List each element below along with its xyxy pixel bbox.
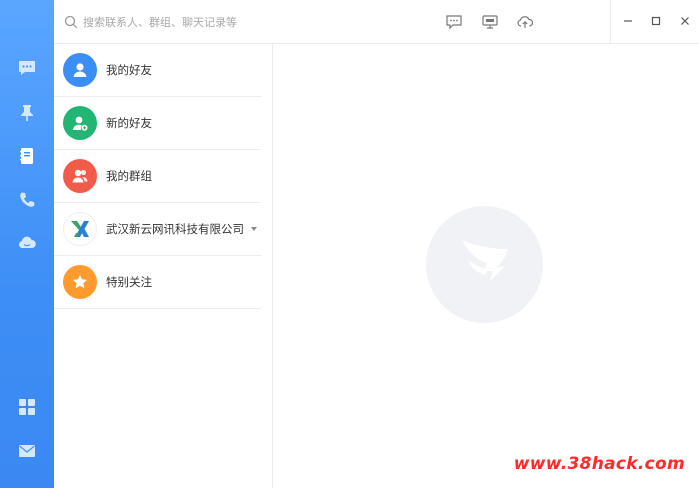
contacts-icon [20, 148, 33, 164]
group-icon [72, 169, 88, 183]
toolbar-divider [610, 0, 611, 44]
contact-groups-list: 我的好友 新的好友 我的群组 武汉新云网讯科技有限公司 特别关注 [54, 44, 273, 488]
screen-share-icon [482, 15, 498, 29]
avatar [63, 106, 97, 140]
user-icon [73, 63, 87, 77]
star-icon [73, 274, 87, 289]
message-icon [446, 15, 462, 30]
list-item-new-friends[interactable]: 新的好友 [54, 97, 261, 150]
avatar [63, 212, 97, 246]
rail-contacts[interactable] [13, 142, 41, 170]
search-box[interactable] [64, 12, 244, 32]
nav-rail [0, 0, 54, 488]
avatar [63, 265, 97, 299]
cloud-upload-icon [517, 16, 534, 28]
phone-icon [20, 192, 35, 207]
list-item-my-groups[interactable]: 我的群组 [54, 150, 261, 203]
cloud-icon [18, 236, 36, 249]
close-icon [681, 17, 689, 25]
list-item-label: 武汉新云网讯科技有限公司 [106, 222, 244, 236]
chat-icon [19, 61, 35, 75]
list-item-company[interactable]: 武汉新云网讯科技有限公司 [54, 203, 261, 256]
top-bar [54, 0, 699, 44]
mail-icon [19, 445, 35, 457]
watermark: www.38hack.com [513, 454, 685, 474]
list-item-special-attention[interactable]: 特别关注 [54, 256, 261, 309]
search-icon [64, 15, 78, 29]
message-button[interactable] [445, 14, 463, 30]
rail-pin[interactable] [13, 99, 41, 127]
list-item-label: 新的好友 [106, 116, 152, 130]
rail-cloud[interactable] [13, 229, 41, 257]
maximize-icon [651, 16, 661, 26]
rail-chat[interactable] [13, 54, 41, 82]
pin-icon [21, 105, 33, 121]
rail-apps[interactable] [13, 393, 41, 421]
avatar [63, 53, 97, 87]
rail-phone[interactable] [13, 186, 41, 214]
minimize-button[interactable] [621, 14, 635, 28]
list-item-my-friends[interactable]: 我的好友 [54, 44, 261, 97]
list-item-label: 特别关注 [106, 275, 152, 289]
dingtalk-logo-icon [461, 239, 508, 281]
minimize-icon [624, 20, 632, 22]
rail-mail[interactable] [13, 437, 41, 465]
maximize-button[interactable] [649, 14, 663, 28]
avatar [63, 159, 97, 193]
cloud-upload-button[interactable] [516, 14, 534, 30]
list-item-label: 我的好友 [106, 63, 152, 77]
apps-grid-icon [19, 399, 35, 415]
main-panel [273, 44, 699, 488]
company-logo-icon [71, 221, 89, 237]
screen-share-button[interactable] [481, 14, 499, 30]
add-user-icon [72, 116, 88, 131]
close-button[interactable] [678, 14, 692, 28]
empty-state-logo [426, 206, 543, 323]
list-item-label: 我的群组 [106, 169, 152, 183]
expand-caret-icon[interactable] [251, 227, 257, 231]
search-input[interactable] [83, 15, 243, 29]
